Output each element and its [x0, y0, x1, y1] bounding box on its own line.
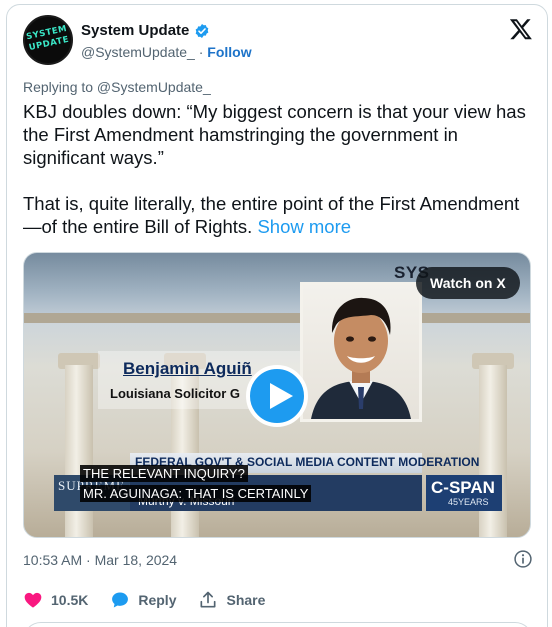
closed-caption-line-2: MR. AGUINAGA: THAT IS CERTAINLY [80, 485, 312, 502]
like-count: 10.5K [51, 592, 89, 608]
court-frieze [24, 313, 530, 323]
lower-third-title: Louisiana Solicitor G [110, 386, 241, 401]
separator: · [198, 44, 204, 60]
like-button[interactable]: 10.5K [23, 590, 88, 610]
network-anniversary: 45YEARS [448, 497, 489, 507]
tweet-card[interactable]: SYSTEM UPDATE System Update @SystemUpdat… [6, 4, 548, 627]
author-name-row: System Update [81, 22, 210, 39]
reply-button[interactable]: Reply [110, 590, 176, 610]
share-label: Share [226, 592, 266, 608]
lower-third-name: Benjamin Aguiñ [123, 359, 252, 378]
video-player[interactable]: Benjamin Aguiñ Louisiana Solicitor G SYS… [23, 252, 531, 538]
info-icon[interactable] [513, 549, 533, 569]
tweet-timestamp[interactable]: 10:53 AM · Mar 18, 2024 [23, 552, 177, 568]
tweet-paragraph-1: KBJ doubles down: “My biggest concern is… [23, 101, 526, 168]
display-name[interactable]: System Update [81, 22, 189, 39]
reply-label: Reply [138, 592, 177, 608]
reply-context: Replying to @SystemUpdate_ [23, 79, 211, 95]
heart-icon [24, 592, 42, 608]
show-more-link[interactable]: Show more [257, 216, 351, 237]
tweet-text: KBJ doubles down: “My biggest concern is… [23, 100, 537, 261]
speaker-photo [300, 282, 422, 422]
action-bar: 10.5K Reply Share [23, 590, 287, 610]
avatar-logo-text: SYSTEM UPDATE [25, 23, 70, 54]
share-icon [200, 591, 216, 608]
share-button[interactable]: Share [198, 590, 265, 610]
network-logo: C-SPAN [431, 478, 495, 497]
handle[interactable]: @SystemUpdate_ [81, 44, 195, 60]
x-logo-icon[interactable] [509, 17, 533, 41]
play-icon [270, 383, 293, 409]
reply-bubble-icon [112, 592, 129, 608]
play-button[interactable] [246, 365, 308, 427]
handle-row: @SystemUpdate_ · Follow [81, 44, 252, 60]
avatar[interactable]: SYSTEM UPDATE [23, 15, 73, 65]
watch-on-x-button[interactable]: Watch on X [416, 267, 520, 299]
court-column [479, 365, 507, 537]
read-replies-button[interactable] [23, 622, 533, 627]
tweet-paragraph-2: That is, quite literally, the entire poi… [23, 192, 537, 238]
speaker-portrait [311, 297, 411, 419]
court-column [65, 365, 93, 537]
verified-badge-icon [196, 23, 209, 38]
follow-link[interactable]: Follow [207, 44, 251, 60]
closed-caption-line-1: THE RELEVANT INQUIRY? [80, 465, 248, 482]
